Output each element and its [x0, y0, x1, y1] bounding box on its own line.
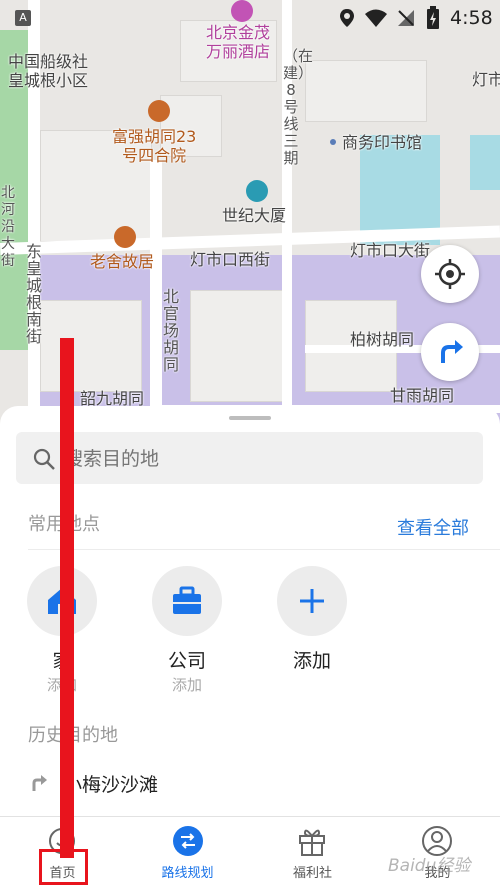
bottom-sheet[interactable]: 常用地点 查看全部 家 添加 公司 添加 添加 历史目的地 小梅沙沙滩	[0, 406, 500, 816]
route-icon	[173, 826, 203, 856]
landmark-icon[interactable]	[148, 100, 170, 122]
map-block	[40, 300, 142, 392]
annotation-arrow-line	[60, 338, 74, 858]
map-label-vertical: 北河沿大街	[1, 185, 15, 269]
map-label: 灯市口西街	[190, 250, 271, 269]
locate-icon	[435, 259, 465, 289]
history-item-label: 小梅沙沙滩	[63, 774, 159, 796]
app-notification-icon: A	[15, 10, 31, 26]
map-label-vertical: 东皇城根南街	[26, 242, 43, 346]
map-label: 中国船级社 皇城根小区	[8, 52, 89, 90]
place-label: 添加	[292, 650, 331, 672]
status-bar: A 4:58	[0, 0, 500, 36]
battery-icon	[427, 6, 439, 29]
divider	[28, 549, 500, 550]
place-sub-label: 添加	[171, 676, 202, 694]
tab-label: 路线规划	[161, 866, 214, 881]
tab-route[interactable]: 路线规划	[125, 817, 250, 890]
map-view[interactable]: 中国船级社 皇城根小区 商务印书馆 灯市口西街 灯市口大街 柏树胡同 甘雨胡同 …	[0, 0, 500, 430]
clock: 4:58	[450, 7, 493, 29]
poi-label[interactable]: 老舍故居	[90, 252, 154, 271]
search-bar[interactable]	[16, 432, 483, 484]
poi-label[interactable]: 富强胡同23 号四合院	[112, 127, 196, 165]
map-block	[190, 290, 292, 402]
map-label: 灯市口大街	[350, 241, 431, 260]
place-label: 公司	[167, 650, 206, 672]
search-input[interactable]	[62, 442, 466, 476]
add-place-button[interactable]	[277, 566, 347, 636]
dot-icon	[330, 139, 336, 145]
wifi-icon	[365, 9, 387, 27]
gift-icon	[299, 829, 325, 856]
drag-handle[interactable]	[229, 416, 271, 420]
map-label-vertical: 北官场胡同	[163, 287, 180, 374]
arrow-icon	[32, 775, 47, 791]
location-icon	[340, 9, 354, 27]
locate-button[interactable]	[421, 245, 479, 303]
briefcase-icon	[173, 586, 201, 614]
map-block	[305, 60, 427, 122]
road	[150, 160, 162, 430]
map-label-vertical: （在建）8号线三期	[283, 47, 314, 167]
annotation-box	[39, 849, 88, 885]
map-label: 甘雨胡同	[390, 386, 455, 405]
history-item[interactable]: 小梅沙沙滩	[0, 762, 500, 806]
landmark-icon[interactable]	[114, 226, 136, 248]
water-area-2	[470, 135, 500, 190]
signal-icon	[398, 10, 414, 26]
map-label: 柏树胡同	[350, 330, 415, 349]
building-icon[interactable]	[246, 180, 268, 202]
search-icon	[33, 448, 55, 470]
poi-label[interactable]: 世纪大厦	[222, 206, 286, 225]
turn-arrow-icon	[441, 340, 463, 363]
route-nav-button[interactable]	[421, 323, 479, 381]
plus-icon	[300, 589, 324, 613]
tab-welfare[interactable]: 福利社	[250, 817, 375, 890]
map-label: 灯市	[472, 70, 500, 89]
tab-label: 福利社	[292, 866, 332, 881]
view-all-link[interactable]: 查看全部	[397, 514, 469, 540]
map-label: 商务印书馆	[342, 133, 423, 152]
watermark: Baidu经验	[388, 856, 471, 876]
company-place-button[interactable]	[152, 566, 222, 636]
